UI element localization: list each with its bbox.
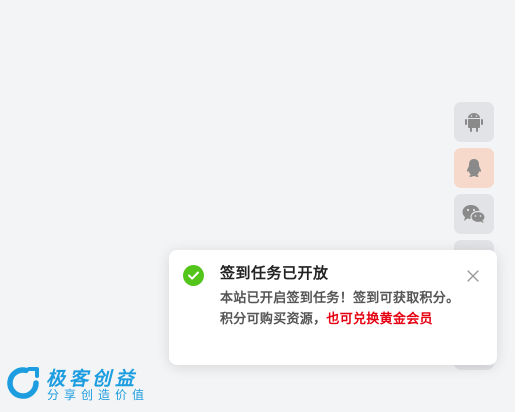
close-icon[interactable] [466, 268, 480, 282]
brand-logo[interactable]: 极客创益 分享创造价值 [6, 364, 156, 404]
qq-contact-button[interactable] [454, 148, 494, 188]
signin-notification-toast: 签到任务已开放 本站已开启签到任务！签到可获取积分。积分可购买资源，也可兑换黄金… [169, 250, 497, 365]
toast-message-highlight[interactable]: 也可兑换黄金会员 [326, 312, 432, 327]
wechat-contact-button[interactable] [454, 194, 494, 234]
page-scroll-area [515, 0, 531, 412]
qq-icon [467, 159, 481, 177]
wechat-icon [462, 205, 486, 224]
brand-slogan: 分享创造价值 [47, 388, 150, 402]
android-app-button[interactable] [454, 102, 494, 142]
android-icon [465, 113, 483, 132]
toast-message: 本站已开启签到任务！签到可获取积分。积分可购买资源，也可兑换黄金会员 [220, 288, 472, 330]
brand-logo-icon [7, 367, 39, 399]
check-circle-icon [183, 265, 204, 286]
toast-title: 签到任务已开放 [220, 264, 329, 282]
